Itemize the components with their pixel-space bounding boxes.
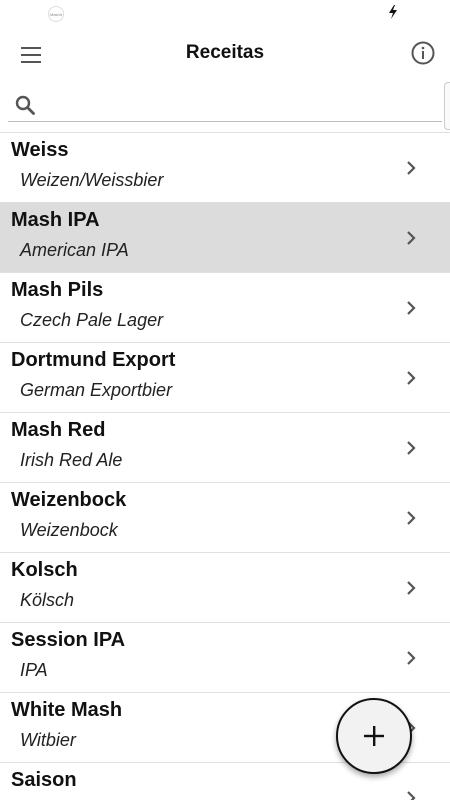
recipe-row[interactable]: Weiss Weizen/Weissbier	[0, 133, 450, 203]
search-bar	[0, 80, 450, 130]
recipe-style: Weizen/Weissbier	[20, 170, 164, 190]
recipe-row[interactable]: Weizenbock Weizenbock	[0, 483, 450, 553]
page-title: Receitas	[185, 42, 265, 63]
chevron-right-icon	[407, 441, 416, 455]
recipe-style: Irish Red Ale	[20, 450, 123, 470]
recipe-name: Dortmund Export	[11, 349, 176, 371]
recipe-style: German Exportbier	[20, 380, 173, 400]
search-icon	[15, 95, 35, 115]
info-icon[interactable]	[410, 40, 436, 66]
status-bar: MashIt	[0, 0, 450, 28]
recipe-row[interactable]: Mash Pils Czech Pale Lager	[0, 273, 450, 343]
recipe-row[interactable]: Mash IPA American IPA	[0, 203, 450, 273]
chevron-right-icon	[407, 511, 416, 525]
recipe-style: Kölsch	[20, 590, 75, 610]
chevron-right-icon	[407, 791, 416, 800]
recipe-row[interactable]: Session IPA IPA	[0, 623, 450, 693]
recipe-name: Mash IPA	[11, 209, 100, 231]
recipe-name: Saison	[11, 769, 77, 791]
recipe-style: IPA	[20, 660, 48, 680]
chevron-right-icon	[407, 581, 416, 595]
recipe-name: Session IPA	[11, 629, 126, 651]
search-input[interactable]	[8, 86, 442, 122]
recipe-row[interactable]: Dortmund Export German Exportbier	[0, 343, 450, 413]
recipe-row[interactable]: Mash Red Irish Red Ale	[0, 413, 450, 483]
chevron-right-icon	[407, 371, 416, 385]
menu-icon[interactable]	[16, 40, 46, 70]
recipe-name: White Mash	[11, 699, 123, 721]
chevron-right-icon	[407, 161, 416, 175]
recipe-name: Mash Red	[11, 419, 106, 441]
recipe-name: Weiss	[11, 139, 69, 161]
charging-icon	[389, 5, 397, 19]
plus-icon	[364, 726, 384, 746]
app-notification-icon: MashIt	[48, 6, 64, 22]
recipe-name: Weizenbock	[11, 489, 127, 511]
chevron-right-icon	[407, 301, 416, 315]
add-recipe-button[interactable]	[336, 698, 412, 774]
recipe-name: Mash Pils	[11, 279, 104, 301]
chevron-right-icon	[407, 231, 416, 245]
chevron-right-icon	[407, 651, 416, 665]
scroll-handle[interactable]	[444, 82, 450, 130]
app-bar: Receitas	[0, 28, 450, 80]
recipe-style: Czech Pale Lager	[20, 310, 164, 330]
recipe-style: Weizenbock	[20, 520, 118, 540]
recipe-row[interactable]: Kolsch Kölsch	[0, 553, 450, 623]
recipe-style: Witbier	[20, 730, 76, 750]
recipe-name: Kolsch	[11, 559, 78, 581]
recipe-style: American IPA	[20, 240, 129, 260]
